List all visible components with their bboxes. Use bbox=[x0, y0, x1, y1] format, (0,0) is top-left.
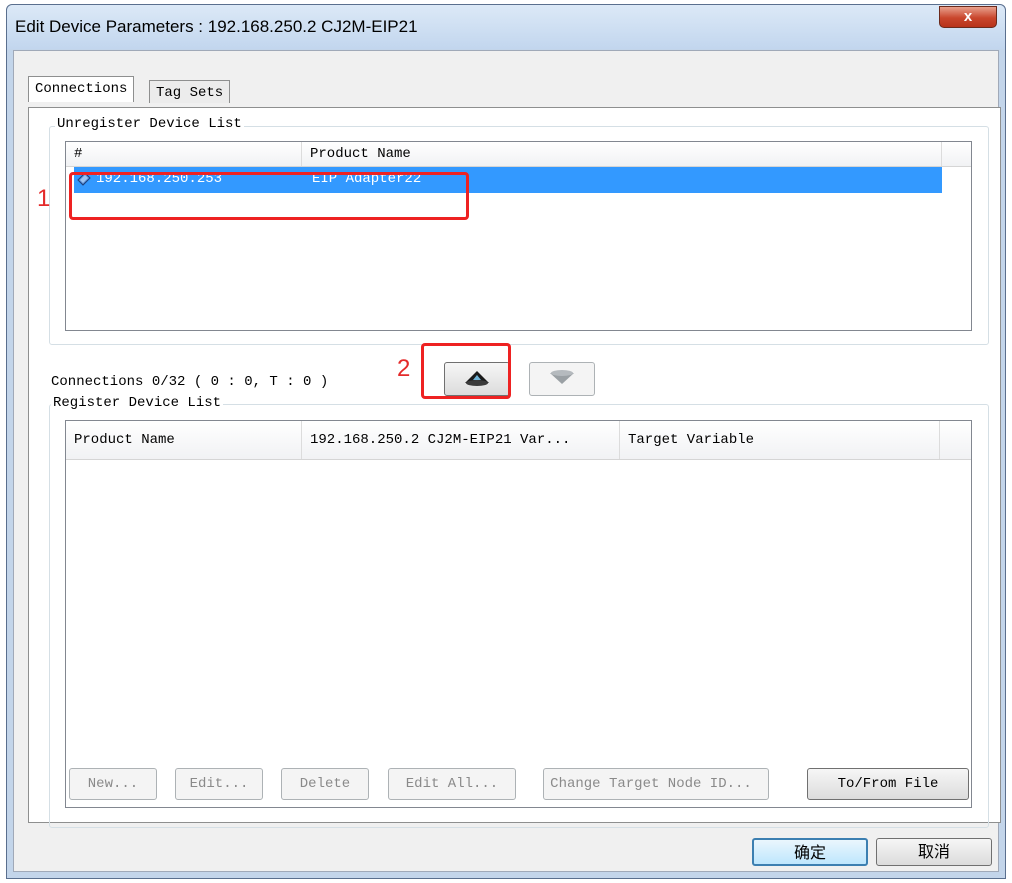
tab-tag-sets[interactable]: Tag Sets bbox=[149, 80, 231, 103]
unregister-list-header: # Product Name bbox=[66, 142, 971, 167]
close-button[interactable]: x bbox=[939, 6, 997, 28]
unregister-device-button[interactable] bbox=[529, 362, 595, 396]
annotation-highlight-device-row bbox=[69, 172, 469, 220]
change-target-node-id-button[interactable]: Change Target Node ID... bbox=[543, 768, 769, 800]
ok-button[interactable]: 确定 bbox=[752, 838, 868, 866]
register-device-group-label: Register Device List bbox=[51, 395, 224, 411]
tab-connections-label: Connections bbox=[35, 81, 128, 97]
unregister-device-list[interactable]: # Product Name 192.168.250.253 EIP Adapt… bbox=[65, 141, 972, 331]
column-header-product-name[interactable]: Product Name bbox=[302, 142, 942, 166]
register-list-header: Product Name 192.168.250.2 CJ2M-EIP21 Va… bbox=[66, 421, 971, 460]
tab-tag-sets-label: Tag Sets bbox=[156, 85, 224, 101]
to-from-file-button[interactable]: To/From File bbox=[807, 768, 969, 800]
edit-button[interactable]: Edit... bbox=[175, 768, 263, 800]
edit-all-button[interactable]: Edit All... bbox=[388, 768, 516, 800]
annotation-highlight-register-button bbox=[421, 343, 511, 399]
delete-button[interactable]: Delete bbox=[281, 768, 369, 800]
window-title: Edit Device Parameters : 192.168.250.2 C… bbox=[15, 17, 418, 36]
annotation-number-2: 2 bbox=[397, 355, 411, 382]
connections-status-label: Connections 0/32 ( 0 : 0, T : 0 ) bbox=[51, 374, 329, 390]
cancel-button[interactable]: 取消 bbox=[876, 838, 992, 866]
annotation-number-1: 1 bbox=[37, 185, 51, 212]
edit-device-parameters-dialog: Edit Device Parameters : 192.168.250.2 C… bbox=[6, 4, 1006, 879]
register-device-list[interactable]: Product Name 192.168.250.2 CJ2M-EIP21 Va… bbox=[65, 420, 972, 808]
column-header-register-product-name[interactable]: Product Name bbox=[66, 421, 302, 459]
unregister-device-group-label: Unregister Device List bbox=[55, 116, 244, 132]
title-bar[interactable]: Edit Device Parameters : 192.168.250.2 C… bbox=[7, 5, 1005, 49]
column-header-number[interactable]: # bbox=[66, 142, 302, 166]
column-header-target-variable[interactable]: Target Variable bbox=[620, 421, 940, 459]
column-header-originator-variable[interactable]: 192.168.250.2 CJ2M-EIP21 Var... bbox=[302, 421, 620, 459]
tab-connections[interactable]: Connections bbox=[28, 76, 135, 102]
unregister-down-arrow-icon bbox=[550, 370, 574, 384]
new-button[interactable]: New... bbox=[69, 768, 157, 800]
close-icon: x bbox=[963, 8, 973, 25]
